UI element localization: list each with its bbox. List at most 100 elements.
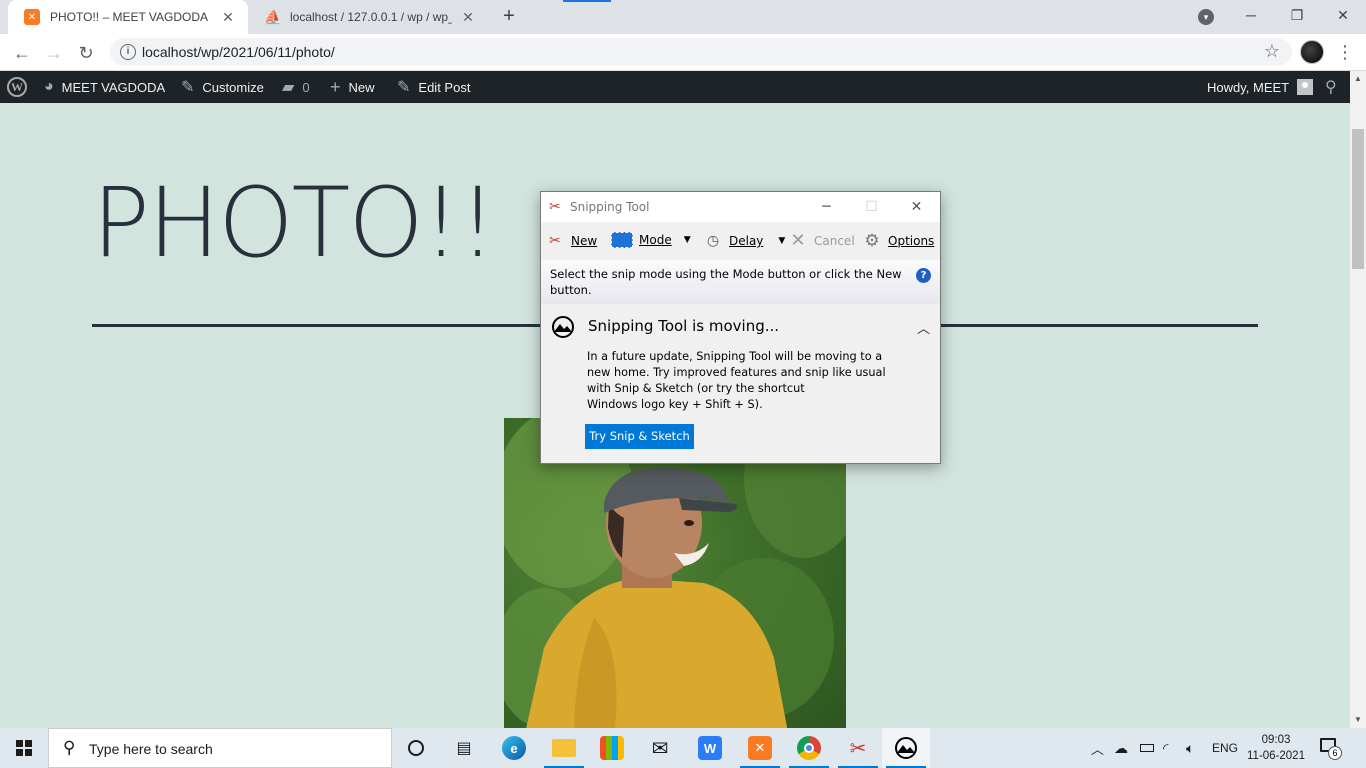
tab-drag-indicator: [563, 0, 611, 2]
snip-moving-notice: Snipping Tool is moving... ︿ In a future…: [541, 304, 940, 462]
task-view-button[interactable]: ▤: [440, 728, 488, 768]
profile-avatar[interactable]: [1300, 40, 1324, 64]
collapse-chevron-icon[interactable]: ︿: [917, 318, 930, 337]
notice-shortcut-text: Windows logo key + Shift + S).: [587, 398, 763, 411]
minimize-window-button[interactable]: ─: [1228, 0, 1274, 30]
notice-body: In a future update, Snipping Tool will b…: [587, 349, 897, 413]
delay-dropdown-arrow-icon[interactable]: ▼: [778, 236, 785, 246]
edit-post-label: Edit Post: [418, 79, 471, 95]
action-center-button[interactable]: 6: [1320, 738, 1342, 760]
snip-minimize-button[interactable]: ─: [804, 192, 849, 222]
paintbrush-icon: ✎: [181, 79, 195, 96]
close-tab-icon[interactable]: ✕: [220, 9, 236, 25]
tab-photo[interactable]: ✕ PHOTO!! – MEET VAGDODA ✕: [8, 0, 248, 34]
admin-search-button[interactable]: ⚲: [1325, 71, 1337, 103]
scrollbar-thumb[interactable]: [1352, 129, 1364, 269]
show-hidden-icons-button[interactable]: ︿: [1091, 728, 1104, 768]
notice-heading: Snipping Tool is moving...: [588, 317, 780, 335]
new-content-menu[interactable]: + New: [330, 71, 375, 103]
store-bag-icon: [600, 736, 624, 760]
snipping-tool-toolbar: ✂ New Mode ▼ ◷ Delay ▼ ✕ Cancel ⚙ Option…: [541, 222, 940, 260]
cortana-button[interactable]: [392, 728, 440, 768]
comments-link[interactable]: ▰ 0: [282, 71, 310, 103]
snipping-tool-titlebar[interactable]: ✂ Snipping Tool ─ ☐ ✕: [541, 192, 940, 222]
snip-cancel-button: ✕ Cancel: [788, 232, 855, 250]
help-icon[interactable]: ?: [916, 268, 931, 283]
edit-post-link[interactable]: ✎ Edit Post: [397, 71, 470, 103]
new-snip-scissors-icon: ✂: [549, 233, 561, 249]
tab-phpmyadmin[interactable]: ⛵ localhost / 127.0.0.1 / wp / wp_p ✕: [248, 0, 488, 34]
chrome-icon: [797, 736, 821, 760]
wordpress-logo-icon: W: [7, 77, 27, 97]
snip-close-button[interactable]: ✕: [894, 192, 939, 222]
comment-bubble-icon: ▰: [282, 79, 295, 96]
new-tab-button[interactable]: +: [498, 6, 520, 28]
new-label: New: [571, 234, 598, 248]
post-title: PHOTO!!: [92, 167, 497, 279]
snipping-tool-taskbar-button[interactable]: ✂: [834, 728, 882, 768]
mode-label: Mode: [639, 233, 672, 247]
mail-taskbar-button[interactable]: ✉: [636, 728, 684, 768]
snip-sketch-taskbar-button[interactable]: [882, 728, 930, 768]
dashboard-icon: ◕: [44, 78, 54, 95]
site-name-menu[interactable]: ◕ MEET VAGDODA: [44, 71, 165, 103]
scroll-down-arrow-icon[interactable]: ▼: [1350, 712, 1366, 728]
edge-taskbar-button[interactable]: e: [490, 728, 538, 768]
search-placeholder: Type here to search: [89, 741, 213, 757]
file-explorer-taskbar-button[interactable]: [540, 728, 588, 768]
start-button[interactable]: [0, 728, 48, 768]
cortana-circle-icon: [408, 740, 424, 756]
snip-new-button[interactable]: ✂ New: [545, 232, 597, 250]
search-icon: ⚲: [1325, 79, 1337, 96]
page-scrollbar[interactable]: ▲ ▼: [1350, 71, 1366, 728]
new-label: New: [348, 79, 375, 95]
taskbar-search-box[interactable]: ⚲ Type here to search: [48, 728, 392, 768]
window-title: Snipping Tool: [570, 200, 650, 214]
tray-battery-icon[interactable]: [1140, 728, 1154, 768]
snip-options-button[interactable]: ⚙ Options: [862, 232, 934, 250]
wps-taskbar-button[interactable]: W: [686, 728, 734, 768]
bookmark-star-icon[interactable]: ☆: [1264, 41, 1280, 62]
xampp-taskbar-button[interactable]: ✕: [736, 728, 784, 768]
user-avatar-icon: [1297, 79, 1314, 95]
site-info-icon[interactable]: i: [120, 44, 136, 60]
wps-office-icon: W: [698, 736, 722, 760]
cancel-label: Cancel: [814, 234, 855, 248]
speaker-icon: 🔈︎: [1186, 739, 1195, 756]
restore-window-button[interactable]: ❐: [1274, 0, 1320, 30]
my-account-menu[interactable]: Howdy, MEET: [1207, 71, 1314, 103]
tray-wifi-icon[interactable]: ◜: [1163, 728, 1168, 768]
reload-button[interactable]: ↻: [72, 39, 100, 67]
language-label: ENG: [1212, 741, 1239, 755]
forward-button[interactable]: →: [40, 39, 68, 67]
snip-mode-button[interactable]: Mode ▼: [611, 232, 691, 248]
tray-volume-icon[interactable]: 🔈︎: [1186, 728, 1194, 768]
tab-title: localhost / 127.0.0.1 / wp / wp_p: [290, 10, 452, 24]
try-snip-sketch-button[interactable]: Try Snip & Sketch: [585, 424, 694, 449]
input-language-button[interactable]: ENG: [1212, 728, 1238, 768]
wp-admin-bar: W ◕ MEET VAGDODA ✎ Customize ▰ 0 + New ✎…: [0, 71, 1366, 103]
scroll-up-arrow-icon[interactable]: ▲: [1350, 71, 1366, 87]
search-icon: ⚲: [63, 738, 76, 757]
customize-link[interactable]: ✎ Customize: [181, 71, 264, 103]
back-button[interactable]: ←: [8, 39, 36, 67]
snipping-tool-window: ✂ Snipping Tool ─ ☐ ✕ ✂ New Mode ▼ ◷ Del…: [540, 191, 941, 464]
mode-dropdown-arrow-icon[interactable]: ▼: [684, 235, 691, 245]
tab-search-icon[interactable]: ▾: [1198, 9, 1214, 25]
url-text: localhost/wp/2021/06/11/photo/: [142, 44, 335, 60]
close-window-button[interactable]: ✕: [1320, 0, 1366, 30]
address-bar[interactable]: i localhost/wp/2021/06/11/photo/ ☆: [110, 38, 1292, 66]
photo-person-illustration: [504, 418, 846, 728]
tray-onedrive-icon[interactable]: ☁: [1114, 728, 1128, 768]
taskbar-clock[interactable]: 09:03 11-06-2021: [1244, 732, 1308, 764]
howdy-label: Howdy, MEET: [1207, 79, 1290, 95]
snip-delay-button[interactable]: ◷ Delay ▼: [703, 232, 785, 250]
chrome-taskbar-button[interactable]: [785, 728, 833, 768]
wp-logo-menu[interactable]: W: [7, 71, 27, 103]
site-name-label: MEET VAGDODA: [61, 79, 166, 95]
clock-date: 11-06-2021: [1247, 750, 1305, 762]
mail-envelope-icon: ✉: [651, 737, 669, 760]
store-taskbar-button[interactable]: [588, 728, 636, 768]
close-tab-icon[interactable]: ✕: [460, 9, 476, 25]
browser-menu-icon[interactable]: ⋮: [1336, 40, 1354, 64]
